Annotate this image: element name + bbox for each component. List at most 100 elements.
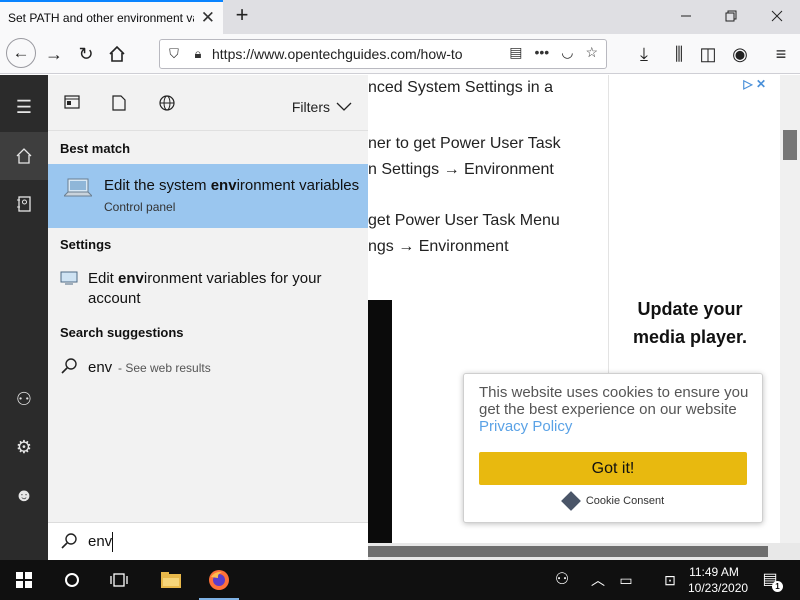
tab-apps[interactable] xyxy=(64,95,80,113)
people-button[interactable]: ⚇ xyxy=(544,560,580,600)
file-explorer-button[interactable] xyxy=(151,560,191,600)
start-button[interactable] xyxy=(4,560,44,600)
battery-icon: ▭ xyxy=(619,572,633,588)
back-button[interactable]: ← xyxy=(6,38,36,68)
home-icon xyxy=(109,45,125,62)
reload-button[interactable]: ↻ xyxy=(72,40,100,68)
show-hidden-icons-button[interactable]: ︿ xyxy=(584,560,612,600)
restore-icon xyxy=(725,10,737,22)
action-center-button[interactable]: ▤ 1 xyxy=(755,560,785,600)
url-bar[interactable]: ⛉ 🔒︎ https://www.opentechguides.com/how-… xyxy=(159,39,607,69)
web-suggestion[interactable]: env - See web results xyxy=(48,355,368,383)
horizontal-scrollbar[interactable] xyxy=(368,543,800,560)
cortana-button[interactable] xyxy=(52,560,92,600)
filters-dropdown[interactable]: Filters xyxy=(292,99,352,115)
label-part: Edit xyxy=(88,270,119,287)
sidebar-button[interactable]: ◫ xyxy=(694,40,722,68)
people-icon: ⚇ xyxy=(554,571,570,588)
tab-title: Set PATH and other environment va xyxy=(8,11,194,25)
notebook-rail-button[interactable] xyxy=(0,180,48,228)
search-box[interactable]: env xyxy=(48,522,368,560)
sidebar-icon: ◫ xyxy=(699,44,717,64)
notification-badge: 1 xyxy=(772,581,783,592)
add-account-button[interactable]: ⚇ xyxy=(0,375,48,423)
title-match: env xyxy=(210,177,237,194)
horizontal-scrollbar-thumb[interactable] xyxy=(368,546,768,557)
settings-rail-button[interactable]: ⚙ xyxy=(0,423,48,471)
browser-tab-bar: Set PATH and other environment va ✕ + xyxy=(0,0,800,34)
cookie-message-text: This website uses cookies to ensure you … xyxy=(479,384,749,418)
embedded-video[interactable] xyxy=(368,300,392,543)
scrollbar-thumb[interactable] xyxy=(783,130,797,160)
new-tab-button[interactable]: + xyxy=(230,4,254,28)
reader-view-icon[interactable]: ▤ xyxy=(509,44,522,61)
lock-icon[interactable]: 🔒︎ xyxy=(188,46,208,62)
cookie-consent-brand[interactable]: Cookie Consent xyxy=(464,491,764,511)
back-icon: ← xyxy=(12,43,30,62)
ad-text: Update your media player. xyxy=(609,295,771,351)
document-icon xyxy=(112,95,126,111)
url-text[interactable]: https://www.opentechguides.com/how-to xyxy=(212,46,466,62)
bookmark-star-icon[interactable]: ☆ xyxy=(585,44,598,61)
clock[interactable]: 11:49 AM 10/23/2020 xyxy=(688,564,749,596)
home-rail-button[interactable] xyxy=(0,132,48,180)
tab-web[interactable] xyxy=(159,95,175,115)
restore-button[interactable] xyxy=(721,6,741,26)
download-button[interactable]: ⤓ xyxy=(630,40,658,68)
library-button[interactable]: ⫼ xyxy=(665,40,693,68)
privacy-policy-link[interactable]: Privacy Policy xyxy=(479,418,572,435)
best-match-title: Edit the system environment variables xyxy=(104,177,359,194)
forward-icon: → xyxy=(45,44,63,64)
article-text: nced System Settings in a xyxy=(368,79,553,96)
task-view-button[interactable] xyxy=(99,560,139,600)
tab-documents[interactable] xyxy=(112,95,126,115)
browser-tab[interactable]: Set PATH and other environment va ✕ xyxy=(0,0,223,34)
article-text: ngs → Environment xyxy=(368,238,509,255)
accept-cookies-button[interactable]: Got it! xyxy=(479,452,747,485)
forward-button[interactable]: → xyxy=(40,40,68,68)
ad-panel[interactable]: ▷ ✕ Update your media player. xyxy=(608,75,770,375)
suggestion-term: env xyxy=(88,359,113,376)
network-button[interactable]: ⊡ xyxy=(656,560,684,600)
ad-text-line: Update your xyxy=(637,299,743,319)
ad-choices-icon[interactable]: ▷ ✕ xyxy=(743,77,766,91)
ad-text-line: media player. xyxy=(632,327,748,347)
hamburger-menu-button[interactable]: ☰ xyxy=(0,83,48,131)
menu-icon: ≡ xyxy=(775,44,787,64)
page-actions-icon[interactable]: ••• xyxy=(535,44,550,61)
menu-button[interactable]: ≡ xyxy=(767,40,795,68)
feedback-rail-button[interactable]: ☻ xyxy=(0,471,48,519)
control-panel-icon xyxy=(64,178,92,197)
battery-button[interactable]: ▭ xyxy=(612,560,640,600)
article-text: n Settings → Environment xyxy=(368,161,554,178)
settings-result[interactable]: Edit environment variables for your acco… xyxy=(48,265,368,310)
close-window-button[interactable] xyxy=(767,6,787,26)
suggestion-subtitle: - See web results xyxy=(118,361,211,375)
text-caret xyxy=(112,532,113,552)
minimize-button[interactable] xyxy=(676,6,696,26)
label-match: env xyxy=(118,270,144,287)
firefox-taskbar-button[interactable] xyxy=(199,560,239,600)
cookie-message: This website uses cookies to ensure you … xyxy=(479,384,754,435)
best-match-result[interactable]: Edit the system environment variables Co… xyxy=(48,164,368,228)
filters-label: Filters xyxy=(291,99,330,115)
windows-logo-icon xyxy=(16,572,32,588)
apps-icon xyxy=(64,95,80,109)
settings-result-label: Edit environment variables for your acco… xyxy=(88,269,338,309)
tab-close-icon[interactable]: ✕ xyxy=(201,9,215,26)
taskbar: ⚇ ︿ ▭ ⊡ 11:49 AM 10/23/2020 ▤ 1 xyxy=(0,560,800,600)
reload-icon: ↻ xyxy=(78,44,94,64)
account-button[interactable]: ◉ xyxy=(726,40,754,68)
cookie-consent-label: Cookie Consent xyxy=(585,494,665,507)
feedback-person-icon: ☻ xyxy=(14,485,34,505)
search-input[interactable]: env xyxy=(88,533,348,550)
network-monitor-icon: ⊡ xyxy=(664,572,676,588)
cortana-circle-icon xyxy=(65,573,79,587)
clock-date: 10/23/2020 xyxy=(688,581,749,595)
pocket-icon[interactable]: ◡ xyxy=(561,44,573,61)
page-scrollbar[interactable] xyxy=(780,75,800,543)
hamburger-icon: ☰ xyxy=(15,97,33,117)
home-button[interactable] xyxy=(103,40,131,68)
shield-icon[interactable]: ⛉ xyxy=(164,46,184,62)
folder-icon xyxy=(161,572,181,588)
